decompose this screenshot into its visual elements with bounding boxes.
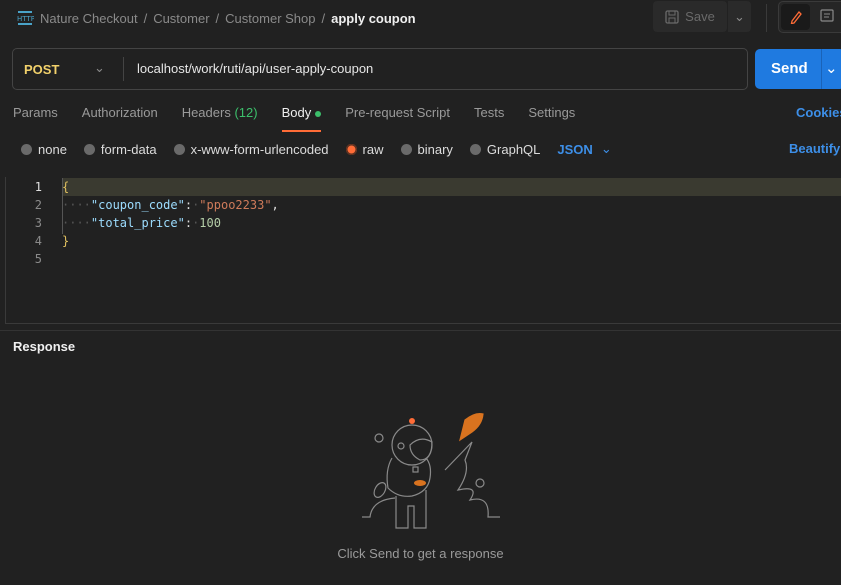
divider — [0, 330, 841, 331]
divider — [123, 57, 124, 81]
documentation-icon[interactable] — [820, 9, 834, 28]
tab-settings[interactable]: Settings — [528, 105, 575, 120]
request-name[interactable]: apply coupon — [331, 11, 416, 26]
tab-headers[interactable]: Headers (12) — [182, 105, 258, 120]
radio-graphql[interactable]: GraphQL — [469, 142, 540, 157]
breadcrumb: HTTP Nature Checkout / Customer / Customer… — [17, 10, 416, 26]
radio-none[interactable]: none — [21, 142, 67, 157]
radio-urlencoded[interactable]: x-www-form-urlencoded — [173, 142, 329, 157]
breadcrumb-item[interactable]: Customer — [153, 11, 209, 26]
modified-dot-icon — [315, 110, 322, 117]
svg-text:HTTP: HTTP — [17, 15, 34, 23]
save-icon — [665, 9, 679, 24]
format-chevron-down-icon[interactable]: ⌄ — [601, 141, 612, 157]
body-type-options: none form-data x-www-form-urlencoded raw… — [21, 141, 612, 157]
save-options-chevron-down-icon[interactable]: ⌄ — [728, 1, 751, 32]
beautify-button[interactable]: Beautify — [789, 141, 840, 156]
send-options-chevron-down-icon[interactable]: ⌄ — [825, 59, 838, 77]
format-select[interactable]: JSON — [557, 142, 592, 157]
radio-form-data[interactable]: form-data — [83, 142, 157, 157]
radio-raw[interactable]: raw — [345, 142, 384, 157]
request-tabs: Params Authorization Headers (12) Body P… — [13, 105, 575, 132]
astronaut-rocket-illustration — [362, 413, 500, 529]
breadcrumb-item[interactable]: Nature Checkout — [40, 11, 138, 26]
save-button[interactable]: Save — [653, 1, 727, 32]
edit-pencil-icon[interactable] — [781, 4, 810, 30]
tab-pre-request-script[interactable]: Pre-request Script — [345, 105, 450, 120]
breadcrumb-item[interactable]: Customer Shop — [225, 11, 315, 26]
empty-response-hint: Click Send to get a response — [337, 546, 504, 561]
headers-count: (12) — [234, 105, 258, 120]
send-button[interactable]: Send ⌄ — [755, 49, 841, 89]
tab-body[interactable]: Body — [281, 105, 322, 132]
method-chevron-down-icon[interactable]: ⌄ — [94, 60, 105, 76]
cookies-link[interactable]: Cookies — [796, 105, 841, 120]
http-icon: HTTP — [17, 11, 34, 25]
method-select[interactable]: POST — [24, 62, 59, 77]
response-title: Response — [13, 339, 76, 354]
divider — [766, 4, 767, 32]
current-line-highlight — [62, 178, 841, 196]
url-input[interactable]: localhost/work/ruti/api/user-apply-coupo… — [137, 61, 373, 76]
radio-binary[interactable]: binary — [400, 142, 453, 157]
tab-authorization[interactable]: Authorization — [82, 105, 158, 120]
tab-tests[interactable]: Tests — [474, 105, 504, 120]
tab-params[interactable]: Params — [13, 105, 58, 120]
